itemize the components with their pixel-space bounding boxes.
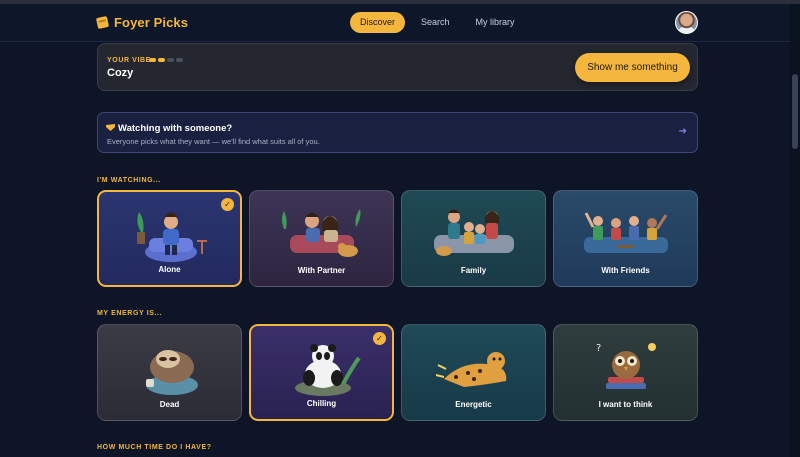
svg-text:?: ? <box>596 343 601 354</box>
scrollbar-thumb[interactable] <box>792 74 798 149</box>
arrow-right-icon: ➔ <box>678 126 687 137</box>
vibe-level-dot <box>158 58 165 62</box>
banner-subtitle: Everyone picks what they want — we'll fi… <box>107 137 320 146</box>
watching-with-someone-banner[interactable]: Watching with someone? Everyone picks wh… <box>97 112 698 153</box>
vibe-level-dot <box>149 58 156 62</box>
vibe-panel: YOUR VIBE Cozy Show me something <box>97 43 698 91</box>
option-label: With Partner <box>297 266 346 275</box>
selected-check-icon: ✓ <box>221 198 234 211</box>
option-label: With Friends <box>601 266 650 275</box>
vibe-value: Cozy <box>107 67 134 79</box>
vibe-level-indicator <box>149 58 183 62</box>
scrollbar[interactable] <box>790 4 800 457</box>
banner-title: Watching with someone? <box>118 123 233 134</box>
section-title-time: HOW MUCH TIME DO I HAVE? <box>97 444 212 451</box>
option-label: Chilling <box>306 399 337 408</box>
option-with-friends[interactable]: With Friends <box>553 190 698 287</box>
section-title-watching: I'M WATCHING... <box>97 177 161 184</box>
option-label: Dead <box>159 400 180 409</box>
option-i-want-to-think[interactable]: ? I want to think <box>553 324 698 421</box>
option-with-partner[interactable]: With Partner <box>249 190 394 287</box>
vibe-level-dot <box>176 58 183 62</box>
section-title-energy: MY ENERGY IS... <box>97 310 163 317</box>
brand[interactable]: Foyer Picks <box>95 15 189 30</box>
show-me-something-button[interactable]: Show me something <box>575 53 690 82</box>
ticket-icon <box>106 124 115 131</box>
avatar[interactable] <box>675 11 698 34</box>
option-chilling[interactable]: ✓ Chilling <box>249 324 394 421</box>
option-alone[interactable]: ✓ Alone <box>97 190 242 287</box>
option-family[interactable]: Family <box>401 190 546 287</box>
tab-my-library[interactable]: My library <box>466 12 525 33</box>
option-energetic[interactable]: Energetic <box>401 324 546 421</box>
tab-discover[interactable]: Discover <box>350 12 406 33</box>
option-label: Energetic <box>455 400 492 409</box>
option-dead[interactable]: Dead <box>97 324 242 421</box>
selected-check-icon: ✓ <box>373 332 386 345</box>
option-label: I want to think <box>598 400 653 409</box>
option-label: Family <box>460 266 487 275</box>
ticket-icon <box>95 15 110 30</box>
top-bar: Foyer Picks Discover Search My library <box>0 4 790 42</box>
option-label: Alone <box>158 265 181 274</box>
main-nav: Discover Search My library <box>350 12 525 33</box>
tab-search[interactable]: Search <box>411 12 460 33</box>
vibe-label: YOUR VIBE <box>107 57 151 64</box>
vibe-level-dot <box>167 58 174 62</box>
brand-name: Foyer Picks <box>114 15 189 30</box>
